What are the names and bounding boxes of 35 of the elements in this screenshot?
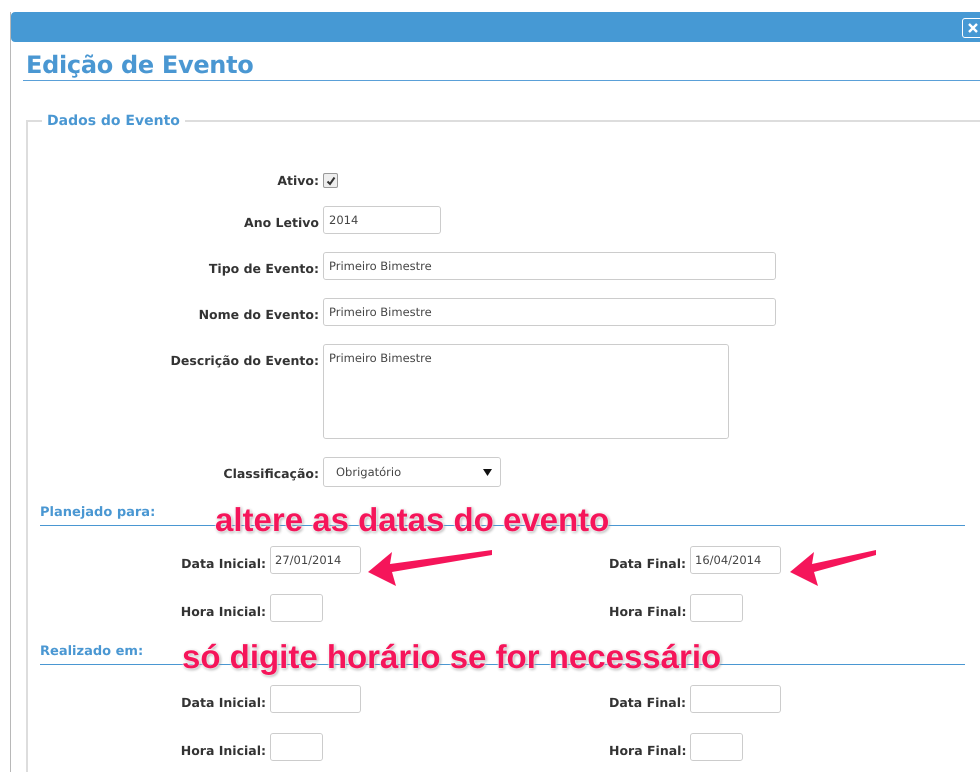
date-field[interactable] [270,685,361,713]
date-field[interactable]: 27/01/2014 [270,546,361,574]
field-label: Classificação: [222,465,319,481]
field-label: Hora Inicial: [180,742,267,758]
dialog-title: Edição de Evento [23,50,980,81]
close-button[interactable] [962,18,980,38]
date-field[interactable]: 16/04/2014 [690,546,781,574]
fieldset-legend: Dados do Evento [42,113,185,129]
close-icon [968,23,978,33]
field-label: Hora Inicial: [180,602,267,618]
time-field[interactable] [690,733,743,761]
field-label: Data Inicial: [180,554,267,570]
input-field[interactable]: Primeiro Bimestre [323,298,776,326]
field-label: Hora Final: [609,742,688,758]
date-field[interactable] [690,685,781,713]
arrow-icon [366,548,494,588]
field-label: Hora Final: [609,602,688,618]
dropdown-caret-icon [483,468,492,476]
field-label: Nome do Evento: [198,306,319,322]
field-label: Data Inicial: [180,694,267,710]
field-label: Data Final: [609,694,688,710]
field-label: Data Final: [609,554,688,570]
time-field[interactable] [690,594,743,622]
text-area[interactable]: Primeiro Bimestre [323,344,729,439]
select-field[interactable]: Obrigatório [323,457,501,487]
time-field[interactable] [270,733,323,761]
arrow-icon [788,548,878,588]
field-label: Descrição do Evento: [170,352,319,368]
field-label: Ativo: [276,172,319,188]
time-field[interactable] [270,594,323,622]
checkbox[interactable] [323,173,338,188]
input-field[interactable]: Primeiro Bimestre [323,252,776,280]
field-label: Ano Letivo [243,214,319,230]
field-label: Tipo de Evento: [208,260,319,276]
input-field[interactable]: 2014 [323,206,441,234]
